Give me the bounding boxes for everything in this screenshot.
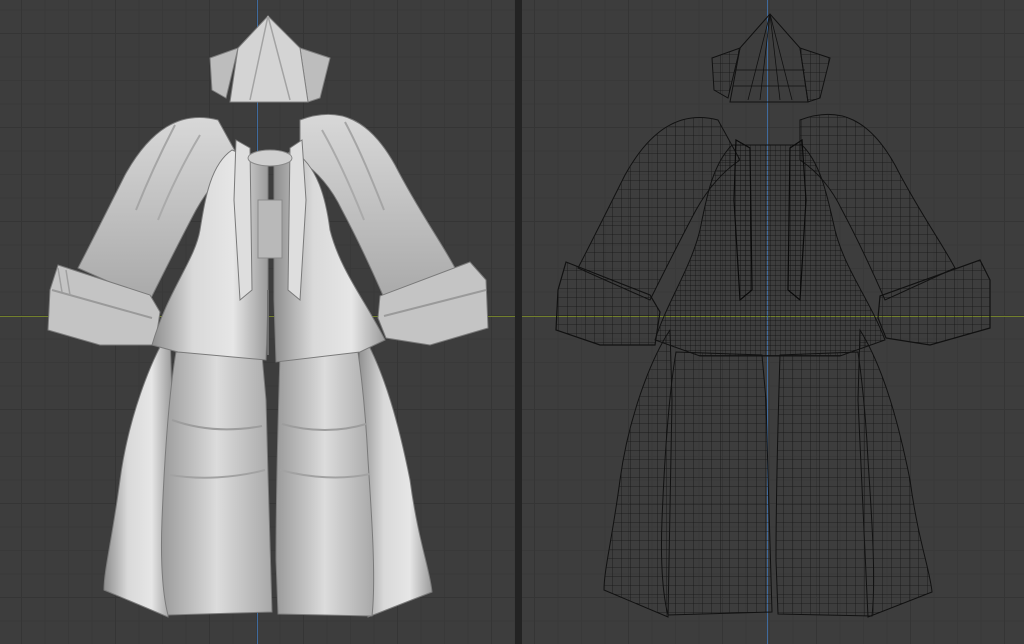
- viewport-divider[interactable]: [515, 0, 522, 644]
- wire-mesh[interactable]: [522, 0, 1024, 644]
- wire-leg-right: [775, 351, 875, 617]
- viewport-solid[interactable]: [0, 0, 515, 644]
- leg-left: [160, 351, 273, 616]
- wire-leg-left: [660, 351, 773, 616]
- viewport-wireframe[interactable]: [522, 0, 1024, 644]
- solid-mesh[interactable]: [0, 0, 515, 644]
- leg-right: [275, 351, 375, 617]
- crown: [209, 15, 331, 103]
- wire-crown: [711, 13, 831, 103]
